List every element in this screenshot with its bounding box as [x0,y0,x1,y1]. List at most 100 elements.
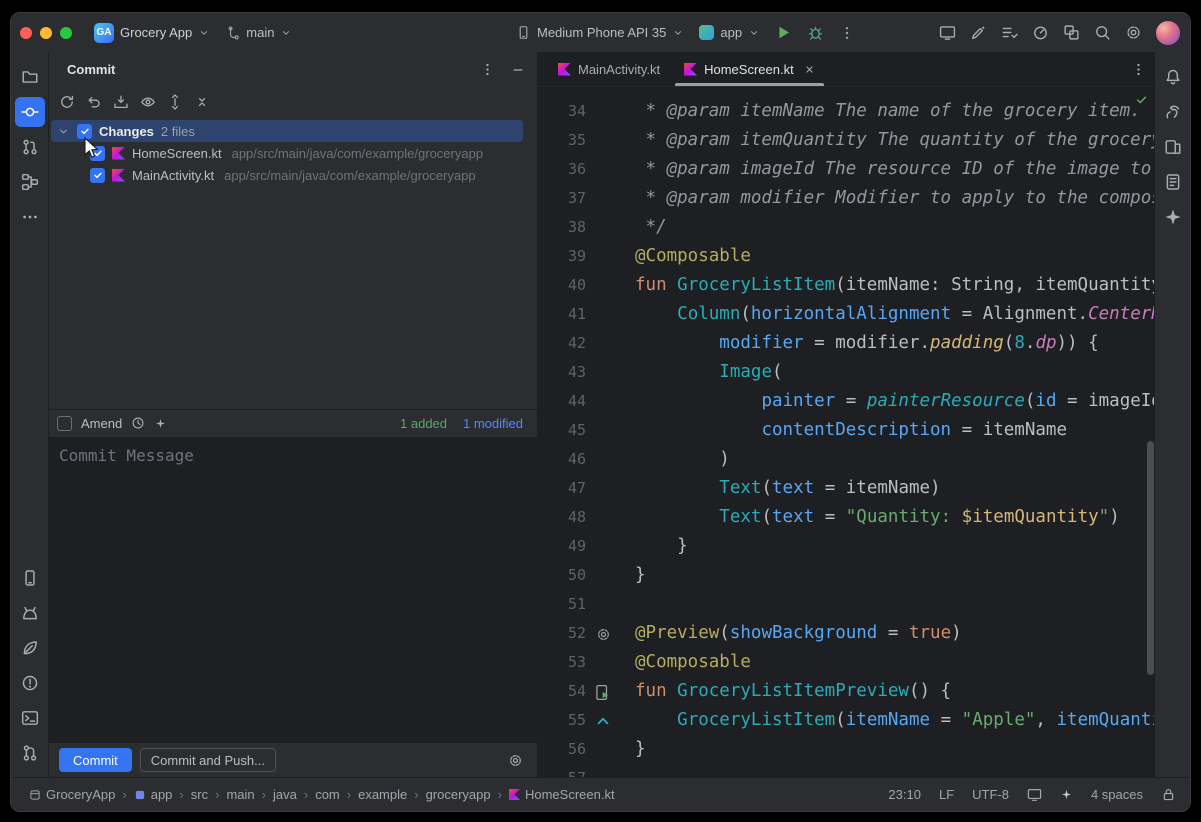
line-number[interactable]: 56 [538,735,586,764]
line-number[interactable]: 47 [538,474,586,503]
run-config-selector[interactable]: app [699,25,760,40]
hide-tool-window-icon[interactable] [511,63,525,77]
code-line[interactable]: 52@Preview(showBackground = true) [538,619,1156,648]
code-line[interactable]: 44 painter = painterResource(id = imageI… [538,387,1156,416]
line-number[interactable]: 44 [538,387,586,416]
device-explorer-icon[interactable] [1158,167,1188,197]
line-number[interactable]: 43 [538,358,586,387]
code-line[interactable]: 47 Text(text = itemName) [538,474,1156,503]
code-line[interactable]: 42 modifier = modifier.padding(8.dp)) { [538,329,1156,358]
code-line[interactable]: 56} [538,735,1156,764]
gemini-icon[interactable] [1158,202,1188,232]
line-number[interactable]: 40 [538,271,586,300]
layout-inspector-icon[interactable] [1063,24,1080,41]
problems-icon[interactable] [15,668,45,698]
readonly-toggle-icon[interactable] [1161,787,1176,802]
commit-button[interactable]: Commit [59,748,132,772]
line-number[interactable]: 51 [538,590,586,619]
code-line[interactable]: 55 GroceryListItem(itemName = "Apple", i… [538,706,1156,735]
device-mirror-icon[interactable] [939,24,956,41]
line-number[interactable]: 42 [538,329,586,358]
code-line[interactable]: 49 } [538,532,1156,561]
running-devices-icon[interactable] [15,563,45,593]
breadcrumb-item[interactable]: example [358,787,407,802]
changes-tree[interactable]: Changes 2 files HomeScreen.ktapp/src/mai… [49,117,537,409]
file-encoding[interactable]: UTF-8 [972,787,1009,802]
line-number[interactable]: 38 [538,213,586,242]
structure-icon[interactable] [15,167,45,197]
code-line[interactable]: 50} [538,561,1156,590]
code-line[interactable]: 51 [538,590,1156,619]
code-line[interactable]: 37 * @param modifier Modifier to apply t… [538,184,1156,213]
line-number[interactable]: 50 [538,561,586,590]
ai-assist-icon[interactable] [970,24,987,41]
expand-chevron-icon[interactable] [57,125,70,138]
minimize-window-button[interactable] [40,27,52,39]
code-line[interactable]: 35 * @param itemQuantity The quantity of… [538,126,1156,155]
code-line[interactable]: 39@Composable [538,242,1156,271]
close-window-button[interactable] [20,27,32,39]
amend-checkbox[interactable] [57,416,72,431]
code-line[interactable]: 54fun GroceryListItemPreview() { [538,677,1156,706]
line-number[interactable]: 46 [538,445,586,474]
line-number[interactable]: 57 [538,764,586,777]
project-selector[interactable]: GA Grocery App [94,23,210,43]
line-number[interactable]: 35 [538,126,586,155]
breadcrumb-item[interactable]: src [191,787,208,802]
logcat-icon[interactable] [15,598,45,628]
line-number[interactable]: 52 [538,619,586,648]
line-number[interactable]: 39 [538,242,586,271]
collapse-all-icon[interactable] [190,91,214,113]
changed-file-row[interactable]: HomeScreen.ktapp/src/main/java/com/examp… [49,142,537,164]
app-quality-insights-icon[interactable] [15,633,45,663]
tab-list-icon[interactable] [1131,52,1146,87]
commit-history-icon[interactable] [131,416,145,430]
more-tool-windows-icon[interactable] [15,202,45,232]
code-line[interactable]: 38 */ [538,213,1156,242]
search-everywhere-icon[interactable] [1094,24,1111,41]
line-number[interactable]: 49 [538,532,586,561]
gradle-icon[interactable] [1158,97,1188,127]
code-line[interactable]: 53@Composable [538,648,1156,677]
code-line[interactable]: 41 Column(horizontalAlignment = Alignmen… [538,300,1156,329]
rollback-icon[interactable] [82,91,106,113]
indent-info[interactable]: 4 spaces [1091,787,1143,802]
line-separator[interactable]: LF [939,787,954,802]
line-number[interactable]: 41 [538,300,586,329]
gutter-up-arrow-icon[interactable] [594,712,612,730]
terminal-icon[interactable] [15,703,45,733]
preview-diff-icon[interactable] [136,91,160,113]
commit-and-push-button[interactable]: Commit and Push... [140,748,276,772]
code-line[interactable]: 36 * @param imageId The resource ID of t… [538,155,1156,184]
code-line[interactable]: 45 contentDescription = itemName [538,416,1156,445]
cursor-position[interactable]: 23:10 [888,787,921,802]
changed-file-row[interactable]: MainActivity.ktapp/src/main/java/com/exa… [49,164,537,186]
code-line[interactable]: 48 Text(text = "Quantity: $itemQuantity"… [538,503,1156,532]
breadcrumb-item[interactable]: GroceryApp [29,787,115,802]
changes-group-row[interactable]: Changes 2 files [49,120,537,142]
task-list-icon[interactable] [1001,24,1018,41]
breadcrumb-item[interactable]: main [226,787,254,802]
commit-settings-gear-icon[interactable] [508,753,523,768]
shelve-icon[interactable] [109,91,133,113]
version-control-icon[interactable] [15,738,45,768]
device-manager-icon[interactable] [1158,132,1188,162]
run-preview-icon[interactable] [594,683,612,701]
line-number[interactable]: 34 [538,97,586,126]
preview-settings-icon[interactable] [594,625,612,643]
code-editor[interactable]: 34 * @param itemName The name of the gro… [538,87,1156,777]
editor-scrollbar[interactable] [1147,441,1154,675]
breadcrumb-item[interactable]: app [134,787,173,802]
line-number[interactable]: 36 [538,155,586,184]
commit-message-input[interactable]: Commit Message [49,437,537,744]
line-number[interactable]: 53 [538,648,586,677]
file-checkbox[interactable] [90,146,105,161]
line-number[interactable]: 55 [538,706,586,735]
notifications-icon[interactable] [1158,62,1188,92]
editor-tab-homescreen-kt[interactable]: HomeScreen.kt [672,52,827,86]
line-number[interactable]: 54 [538,677,586,706]
expand-all-icon[interactable] [163,91,187,113]
code-line[interactable]: 46 ) [538,445,1156,474]
settings-icon[interactable] [1125,24,1142,41]
editor-tab-mainactivity-kt[interactable]: MainActivity.kt [546,52,672,86]
